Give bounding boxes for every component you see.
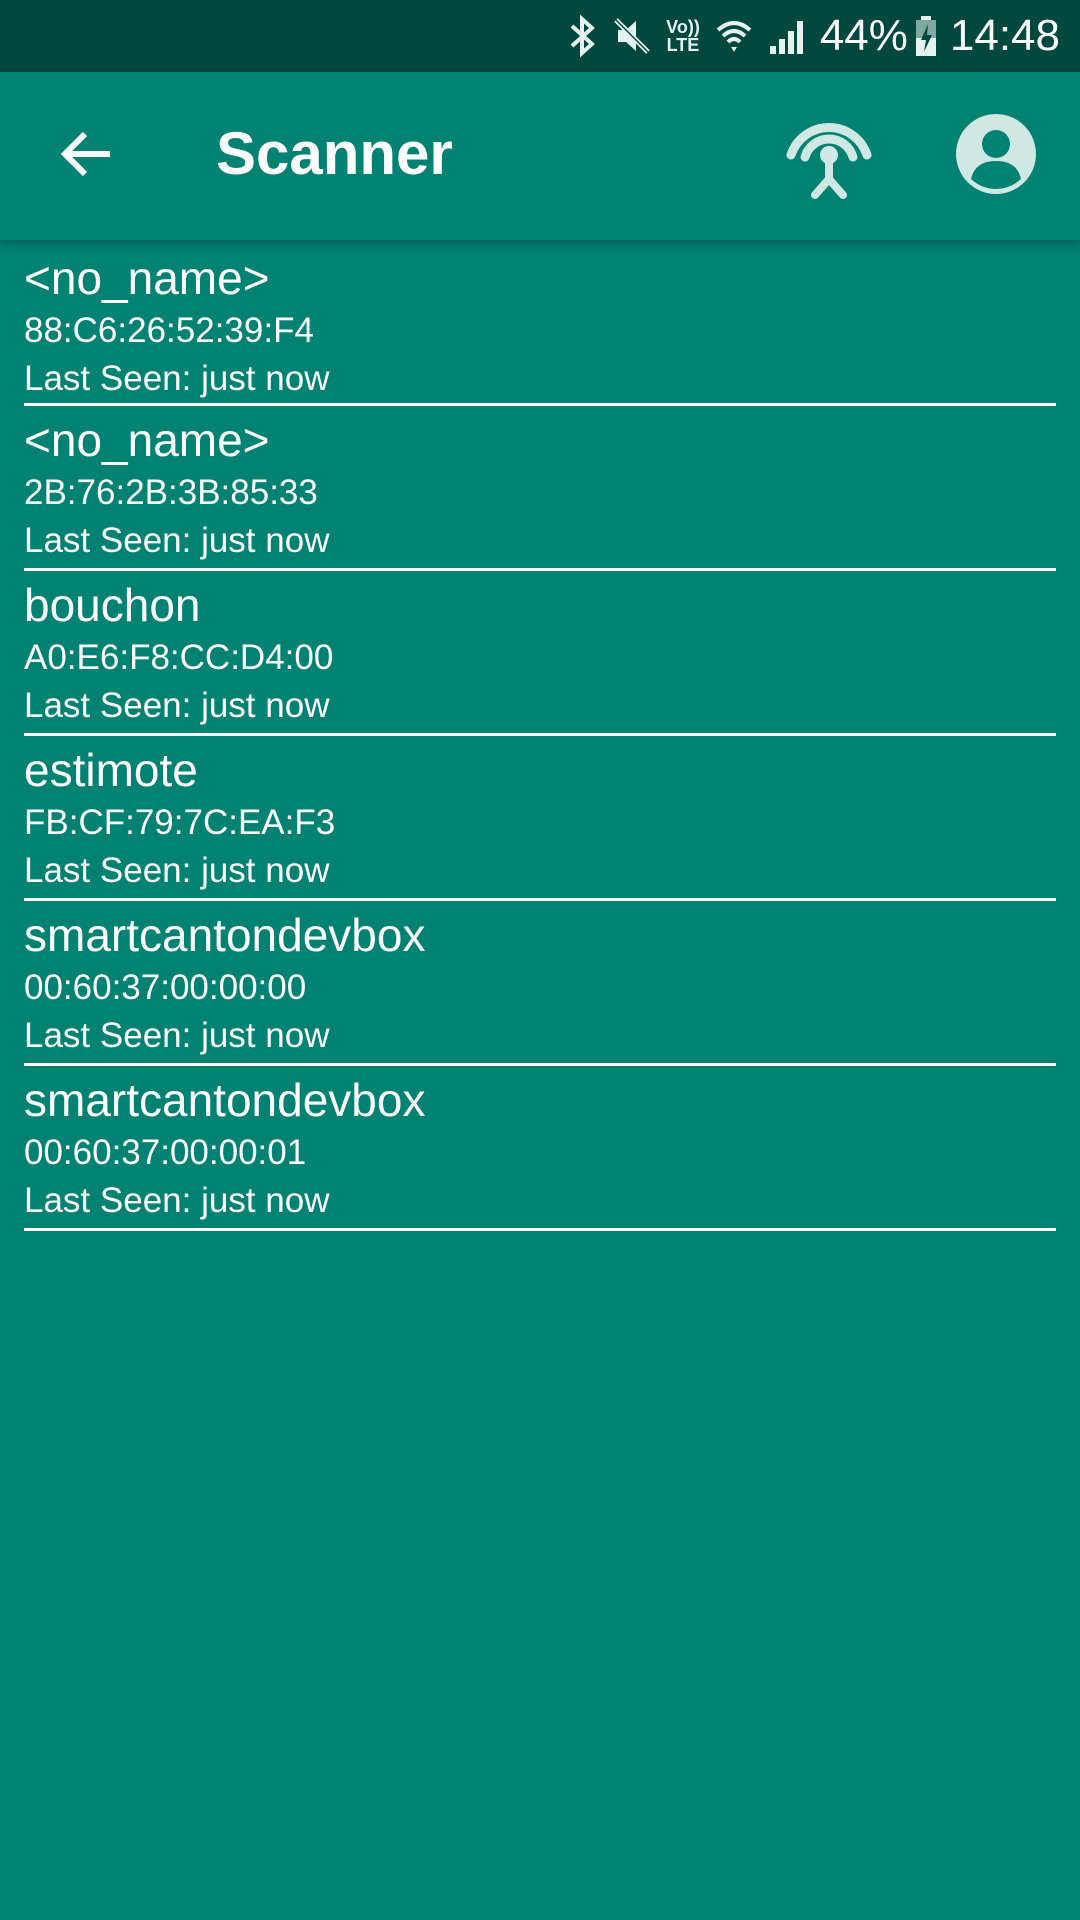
device-mac-address: 88:C6:26:52:39:F4 (24, 311, 314, 350)
device-name: smartcantondevbox (24, 1074, 426, 1126)
device-last-seen: Last Seen: just now (24, 1016, 330, 1055)
device-mac-address: 00:60:37:00:00:00 (24, 968, 307, 1007)
device-name: <no_name> (24, 414, 270, 466)
device-mac-address: 00:60:37:00:00:01 (24, 1133, 307, 1172)
volte-label-top: Vo)) (666, 17, 700, 37)
clock: 14:48 (949, 11, 1060, 60)
status-bar: Vo)) LTE 44% 14:48 (0, 0, 1080, 72)
device-last-seen: Last Seen: just now (24, 359, 330, 398)
account-button[interactable] (946, 106, 1046, 206)
app-bar: Scanner (0, 72, 1080, 240)
arrow-left-icon (60, 131, 112, 182)
signal-icon (768, 16, 808, 56)
device-list-item[interactable]: bouchon A0:E6:F8:CC:D4:00 Last Seen: jus… (24, 571, 1056, 736)
device-name: smartcantondevbox (24, 909, 426, 961)
device-name: bouchon (24, 579, 201, 631)
device-list-item[interactable]: <no_name> 88:C6:26:52:39:F4 Last Seen: j… (24, 244, 1056, 406)
device-list-item[interactable]: estimote FB:CF:79:7C:EA:F3 Last Seen: ju… (24, 736, 1056, 901)
device-last-seen: Last Seen: just now (24, 1181, 330, 1220)
device-name: estimote (24, 744, 198, 796)
volte-label-bottom: LTE (666, 35, 700, 55)
bluetooth-icon (568, 15, 598, 57)
back-button[interactable] (44, 114, 128, 198)
device-last-seen: Last Seen: just now (24, 686, 330, 725)
wifi-icon (714, 16, 754, 56)
device-list-item[interactable]: <no_name> 2B:76:2B:3B:85:33 Last Seen: j… (24, 406, 1056, 571)
battery-percent: 44% (819, 11, 908, 60)
volte-icon: Vo)) LTE (666, 18, 700, 54)
device-mac-address: 2B:76:2B:3B:85:33 (24, 473, 318, 512)
scan-button[interactable] (774, 106, 884, 206)
device-name: <no_name> (24, 252, 270, 304)
broadcast-antenna-icon (783, 109, 875, 204)
device-list-item[interactable]: smartcantondevbox 00:60:37:00:00:00 Last… (24, 901, 1056, 1066)
device-mac-address: A0:E6:F8:CC:D4:00 (24, 638, 334, 677)
mute-icon (612, 16, 652, 56)
device-last-seen: Last Seen: just now (24, 851, 330, 890)
page-title: Scanner (216, 120, 453, 187)
device-list: <no_name> 88:C6:26:52:39:F4 Last Seen: j… (24, 244, 1056, 1231)
device-last-seen: Last Seen: just now (24, 521, 330, 560)
account-circle-icon (955, 113, 1037, 200)
battery-icon (914, 15, 938, 57)
device-mac-address: FB:CF:79:7C:EA:F3 (24, 803, 336, 842)
device-list-item[interactable]: smartcantondevbox 00:60:37:00:00:01 Last… (24, 1066, 1056, 1231)
